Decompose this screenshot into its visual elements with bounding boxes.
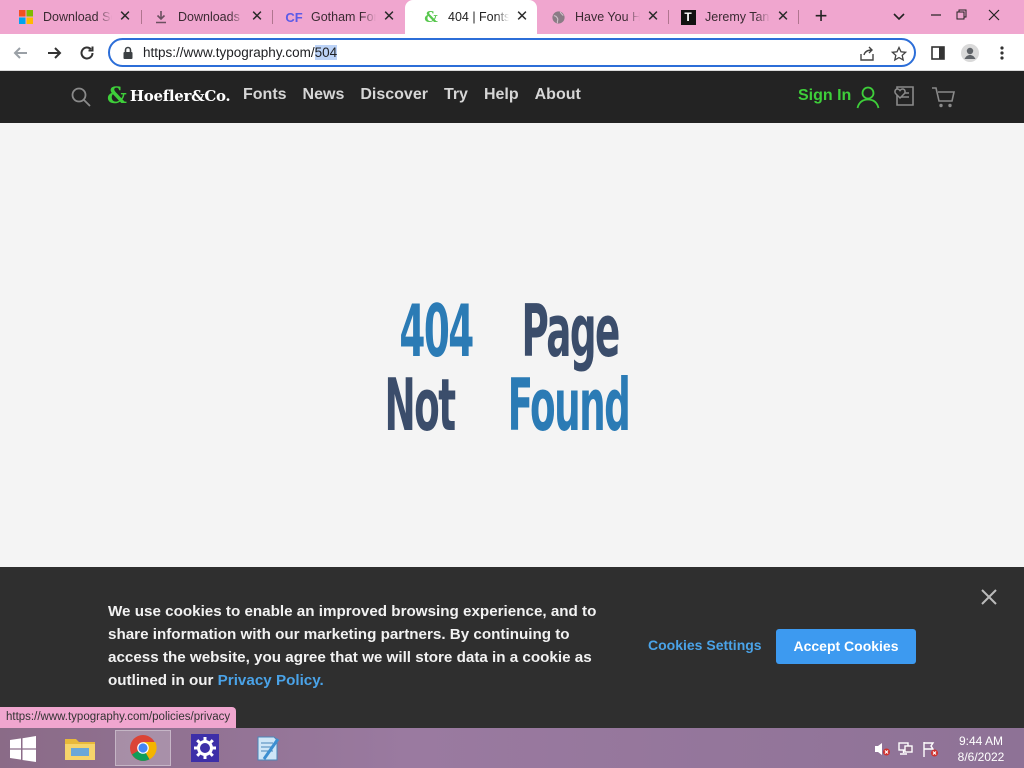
lock-icon[interactable]: [122, 46, 134, 60]
user-icon[interactable]: [855, 84, 881, 110]
error-heading-line2: Not Found: [0, 365, 1024, 445]
bookmark-star-icon[interactable]: [890, 45, 908, 63]
new-tab-button[interactable]: +: [810, 5, 832, 28]
close-tab-icon[interactable]: ✕: [515, 9, 529, 24]
settings-icon[interactable]: [177, 730, 233, 766]
cookie-banner: We use cookies to enable an improved bro…: [0, 567, 1024, 728]
hoefler-amp-icon: &: [424, 8, 438, 26]
link-status-bar: https://www.typography.com/policies/priv…: [0, 707, 237, 728]
share-icon[interactable]: [858, 45, 876, 63]
error-word-found: Found: [507, 363, 631, 447]
taskbar: 9:44 AM 8/6/2022: [0, 728, 1024, 768]
clock-date: 8/6/2022: [957, 750, 1005, 764]
nav-discover[interactable]: Discover: [360, 86, 428, 104]
error-word-not: Not: [384, 363, 456, 447]
tab-404-fonts[interactable]: & 404 | Fonts b ✕: [405, 0, 537, 34]
t-icon: T: [680, 9, 696, 25]
clock-time: 9:44 AM: [958, 734, 1004, 748]
tab-title: Download Sc: [43, 10, 112, 24]
tab-strip: Download Sc ✕ Downloads ✕ CF Gotham Fon …: [0, 0, 1024, 34]
tab-download-sc[interactable]: Download Sc ✕: [0, 0, 140, 34]
nav-fonts[interactable]: Fonts: [243, 86, 287, 104]
privacy-policy-link[interactable]: Privacy Policy.: [218, 672, 324, 689]
tab-gotham-font[interactable]: CF Gotham Fon ✕: [268, 0, 404, 34]
side-panel-icon[interactable]: [928, 43, 948, 63]
cf-icon: CF: [285, 9, 303, 25]
windows-start-icon[interactable]: [8, 736, 38, 762]
download-icon: [153, 9, 169, 25]
url-text[interactable]: https://www.typography.com/504: [143, 45, 338, 60]
close-window-icon[interactable]: [978, 0, 1010, 30]
system-clock[interactable]: 9:44 AM 8/6/2022: [948, 733, 1014, 765]
notepad-icon[interactable]: [239, 730, 295, 766]
profile-avatar-icon[interactable]: [960, 43, 980, 63]
url-selection: 504: [314, 45, 338, 60]
reload-icon[interactable]: [74, 40, 100, 66]
network-icon[interactable]: [897, 740, 915, 758]
file-explorer-icon[interactable]: [52, 730, 108, 766]
page-content: 404 Page Not Found: [0, 123, 1024, 567]
tab-title: Have You He: [575, 10, 640, 24]
error-code: 404: [399, 289, 475, 373]
forward-arrow-icon[interactable]: [41, 40, 67, 66]
action-center-flag-icon[interactable]: [921, 740, 939, 758]
close-icon[interactable]: [979, 587, 999, 607]
tab-have-you-heard[interactable]: Have You He ✕: [532, 0, 668, 34]
nav-try[interactable]: Try: [444, 86, 468, 104]
nav-about[interactable]: About: [535, 86, 581, 104]
microsoft-icon: [18, 9, 34, 25]
sign-in-link[interactable]: Sign In: [798, 87, 851, 105]
favorites-heart-list-icon[interactable]: [892, 84, 918, 110]
browser-toolbar: https://www.typography.com/504: [0, 34, 1024, 71]
close-tab-icon[interactable]: ✕: [250, 9, 264, 24]
cookie-message-text: We use cookies to enable an improved bro…: [108, 603, 597, 689]
close-tab-icon[interactable]: ✕: [776, 9, 790, 24]
search-icon[interactable]: [70, 86, 92, 108]
error-word-page: Page: [522, 289, 621, 373]
menu-dots-icon[interactable]: [992, 43, 1012, 63]
restore-icon[interactable]: [946, 0, 978, 30]
cookies-settings-button[interactable]: Cookies Settings: [648, 637, 762, 653]
site-header: & Hoefler&Co. Fonts News Discover Try He…: [0, 71, 1024, 123]
close-tab-icon[interactable]: ✕: [382, 9, 396, 24]
site-nav: Fonts News Discover Try Help About: [243, 86, 597, 104]
tab-title: 404 | Fonts b: [448, 10, 509, 24]
url-base: https://www.typography.com/: [143, 45, 315, 60]
globe-icon: [550, 9, 566, 25]
cart-icon[interactable]: [930, 84, 956, 110]
tab-title: Downloads: [178, 10, 240, 24]
tab-jeremy-tank[interactable]: T Jeremy Tank ✕: [662, 0, 798, 34]
nav-help[interactable]: Help: [484, 86, 519, 104]
back-arrow-icon[interactable]: [8, 40, 34, 66]
tab-downloads[interactable]: Downloads ✕: [135, 0, 272, 34]
chrome-icon[interactable]: [115, 730, 171, 766]
volume-muted-icon[interactable]: [873, 740, 891, 758]
cookie-message: We use cookies to enable an improved bro…: [108, 600, 608, 692]
logo-ampersand: &: [107, 83, 127, 109]
error-heading-line1: 404 Page: [0, 291, 1024, 371]
close-tab-icon[interactable]: ✕: [118, 9, 132, 24]
logo-name: Hoefler&Co.: [129, 87, 231, 105]
address-bar[interactable]: https://www.typography.com/504: [108, 38, 916, 67]
site-logo[interactable]: & Hoefler&Co.: [107, 83, 231, 109]
accept-cookies-button[interactable]: Accept Cookies: [776, 629, 916, 664]
tab-title: Jeremy Tank: [705, 10, 770, 24]
tab-title: Gotham Fon: [311, 10, 376, 24]
close-tab-icon[interactable]: ✕: [646, 9, 660, 24]
nav-news[interactable]: News: [303, 86, 345, 104]
tab-search-chevron-icon[interactable]: [890, 9, 908, 25]
